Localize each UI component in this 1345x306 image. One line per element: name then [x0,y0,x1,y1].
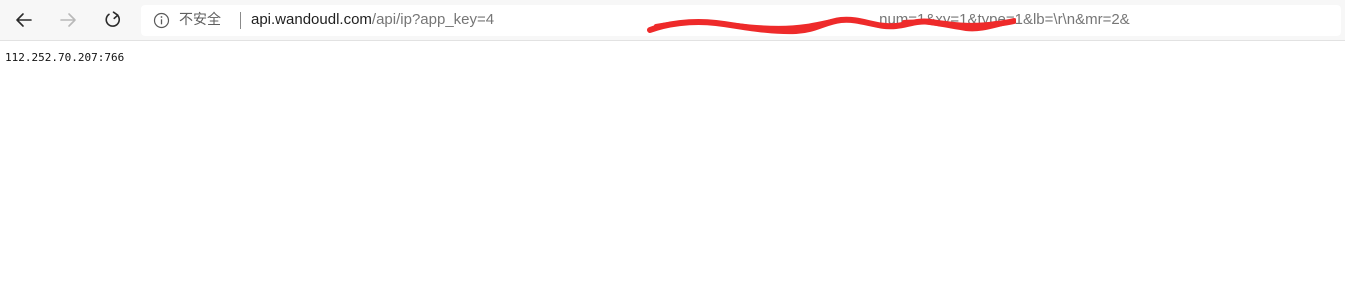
browser-toolbar: 不安全 api.wandoudl.com/api/ip?app_key=4 num… [0,0,1345,41]
url-host: api.wandoudl.com [251,11,372,28]
info-icon[interactable] [153,12,170,29]
back-button[interactable] [8,5,40,35]
page-body-text: 112.252.70.207:766 [5,51,125,64]
url-text[interactable]: api.wandoudl.com/api/ip?app_key=4 num=1&x… [251,10,1130,30]
address-bar[interactable]: 不安全 api.wandoudl.com/api/ip?app_key=4 num… [141,5,1341,36]
reload-button[interactable] [97,5,129,35]
address-separator [240,12,241,29]
url-tail: num=1&xy=1&type=1&lb=\r\n&mr=2& [879,11,1130,28]
url-path: /api/ip?app_key=4 [371,11,495,28]
back-arrow-icon [16,13,32,27]
security-label[interactable]: 不安全 [179,11,221,29]
forward-arrow-icon [60,13,76,27]
reload-icon [105,11,120,27]
forward-button[interactable] [52,5,84,35]
